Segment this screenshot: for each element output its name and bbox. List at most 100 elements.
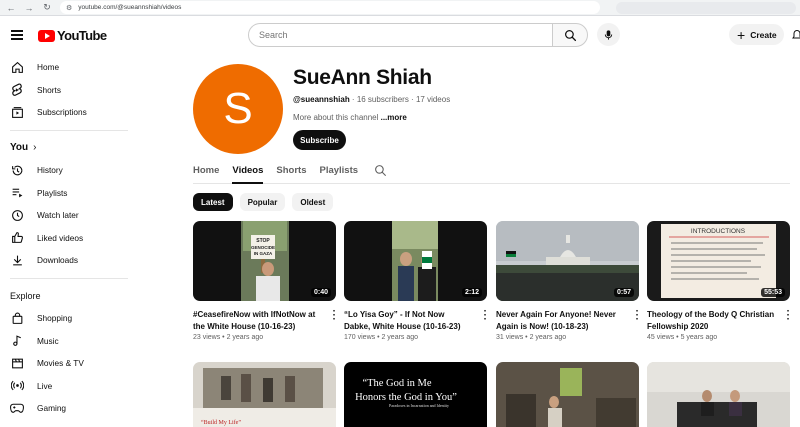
sidebar-item-liked-videos[interactable]: Liked videos [0, 227, 130, 250]
youtube-logo[interactable]: YouTube [38, 28, 107, 43]
sign-text-2: GENOCIDE [251, 245, 275, 250]
channel-handle: @sueannshiah [293, 95, 350, 104]
sidebar-item-playlists[interactable]: Playlists [0, 181, 130, 204]
search-input[interactable] [248, 23, 552, 47]
video-card[interactable]: INTRODUCTIONS 55:53 Theology of the Body… [647, 221, 790, 341]
masthead: YouTube + Create [0, 16, 800, 56]
chevron-right-icon: › [33, 142, 37, 154]
back-icon[interactable]: ← [4, 1, 18, 15]
video-meta: 45 views • 5 years ago [647, 334, 718, 341]
sidebar-item-label: History [37, 165, 63, 176]
more-options-icon[interactable]: · · · [484, 307, 487, 325]
video-thumbnail[interactable]: STOP GENOCIDE IN GAZA 0:40 [193, 221, 336, 301]
forward-icon[interactable]: → [22, 1, 36, 15]
video-thumbnail[interactable]: “The God in Me Honors the God in You” Pa… [344, 362, 487, 427]
sidebar-item-label: Watch later [37, 210, 79, 221]
notifications-icon[interactable] [792, 29, 800, 47]
more-link[interactable]: ...more [381, 113, 407, 122]
sidebar-item-movies-tv[interactable]: Movies & TV [0, 352, 130, 375]
channel-meta: @sueannshiah · 16 subscribers · 17 video… [293, 95, 450, 104]
sidebar-you-heading[interactable]: You › [0, 137, 130, 159]
tab-playlists[interactable]: Playlists [319, 158, 358, 184]
video-card[interactable]: 2:12 “Lo Yisa Goy” - If Not Now Dabke, W… [344, 221, 487, 341]
tab-home[interactable]: Home [193, 158, 219, 184]
sidebar-item-gaming[interactable]: Gaming [0, 397, 130, 420]
video-thumbnail[interactable] [496, 362, 639, 427]
sidebar-item-shopping[interactable]: Shopping [0, 307, 130, 330]
create-button[interactable]: + Create [729, 24, 784, 45]
sidebar-item-music[interactable]: Music [0, 329, 130, 352]
channel-about[interactable]: More about this channel ...more [293, 113, 407, 122]
chip-popular[interactable]: Popular [239, 193, 286, 211]
channel-stats: · 16 subscribers · 17 videos [349, 95, 451, 104]
sidebar-item-home[interactable]: Home [0, 56, 130, 79]
video-thumbnail[interactable]: “Build My Life” [193, 362, 336, 427]
menu-icon[interactable] [11, 30, 23, 40]
video-title[interactable]: Theology of the Body Q Christian Fellows… [647, 309, 775, 332]
sidebar-item-label: Home [37, 62, 60, 73]
channel-name: SueAnn Shiah [293, 66, 432, 89]
video-title[interactable]: Never Again For Anyone! Never Again is N… [496, 309, 624, 332]
channel-search-icon[interactable] [374, 158, 387, 182]
more-options-icon[interactable]: · · · [333, 307, 336, 325]
sign-text-1: STOP [256, 238, 270, 244]
gaming-icon [10, 401, 24, 415]
search-box [248, 23, 588, 47]
reload-icon[interactable]: ↻ [40, 1, 54, 15]
sidebar-item-history[interactable]: History [0, 159, 130, 182]
panel-thumbnail-image [647, 362, 790, 427]
history-icon [10, 163, 24, 177]
address-bar[interactable]: ⚙ youtube.com/@sueannshiah/videos [60, 1, 600, 14]
more-options-icon[interactable]: · · · [787, 307, 790, 325]
channel-about-text: More about this channel [293, 113, 381, 122]
video-thumbnail[interactable]: INTRODUCTIONS 55:53 [647, 221, 790, 301]
video-thumbnail[interactable]: 2:12 [344, 221, 487, 301]
downloads-icon [10, 253, 24, 267]
sidebar-item-label: Playlists [37, 187, 68, 198]
chip-latest[interactable]: Latest [193, 193, 233, 211]
subscribe-button[interactable]: Subscribe [293, 130, 346, 150]
sidebar-divider [10, 277, 128, 279]
playlists-icon [10, 186, 24, 200]
sidebar-item-downloads[interactable]: Downloads [0, 249, 130, 272]
video-card[interactable]: STOP GENOCIDE IN GAZA 0:40 #CeasefireNow… [193, 221, 336, 341]
sort-chips: Latest Popular Oldest [193, 193, 340, 211]
site-info-icon[interactable]: ⚙ [66, 4, 72, 12]
movies-icon [10, 356, 24, 370]
logo-text: YouTube [57, 28, 107, 43]
video-title[interactable]: #CeasefireNow with IfNotNow at the White… [193, 309, 321, 332]
chip-oldest[interactable]: Oldest [292, 193, 334, 211]
explore-heading-label: Explore [10, 290, 41, 301]
tab-videos[interactable]: Videos [232, 158, 264, 184]
sidebar-item-label: Liked videos [37, 232, 84, 243]
voice-search-button[interactable] [597, 23, 620, 46]
sidebar-item-shorts[interactable]: Shorts [0, 79, 130, 102]
video-meta: 170 views • 2 years ago [344, 334, 419, 341]
live-icon [10, 379, 24, 393]
sidebar-item-label: Subscriptions [37, 107, 87, 118]
video-title[interactable]: “Lo Yisa Goy” - If Not Now Dabke, White … [344, 309, 472, 332]
sidebar-item-subscriptions[interactable]: Subscriptions [0, 101, 130, 124]
search-button[interactable] [552, 23, 588, 47]
title-card-line-1: “The God in Me [362, 378, 431, 389]
home-icon [10, 60, 24, 74]
more-options-icon[interactable]: · · · [636, 307, 639, 325]
video-card[interactable]: 0:57 Never Again For Anyone! Never Again… [496, 221, 639, 341]
sidebar-item-label: Movies & TV [37, 358, 84, 369]
liked-videos-icon [10, 231, 24, 245]
lecture-thumbnail-image [496, 362, 639, 427]
browser-toolbar: ← → ↻ ⚙ youtube.com/@sueannshiah/videos [0, 0, 800, 16]
tab-shorts[interactable]: Shorts [276, 158, 306, 184]
you-heading-label: You [10, 142, 29, 154]
youtube-play-icon [38, 29, 55, 42]
channel-avatar[interactable]: S [193, 64, 283, 154]
sidebar: Home Shorts Subscriptions You › History … [0, 56, 130, 427]
sidebar-item-watch-later[interactable]: Watch later [0, 204, 130, 227]
video-duration: 0:40 [310, 288, 331, 297]
url-text: youtube.com/@sueannshiah/videos [78, 4, 182, 11]
video-thumbnail[interactable] [647, 362, 790, 427]
video-thumbnail[interactable]: 0:57 [496, 221, 639, 301]
thumbnail-caption: “Build My Life” [201, 419, 241, 426]
video-duration: 2:12 [461, 288, 482, 297]
sidebar-item-live[interactable]: Live [0, 375, 130, 398]
